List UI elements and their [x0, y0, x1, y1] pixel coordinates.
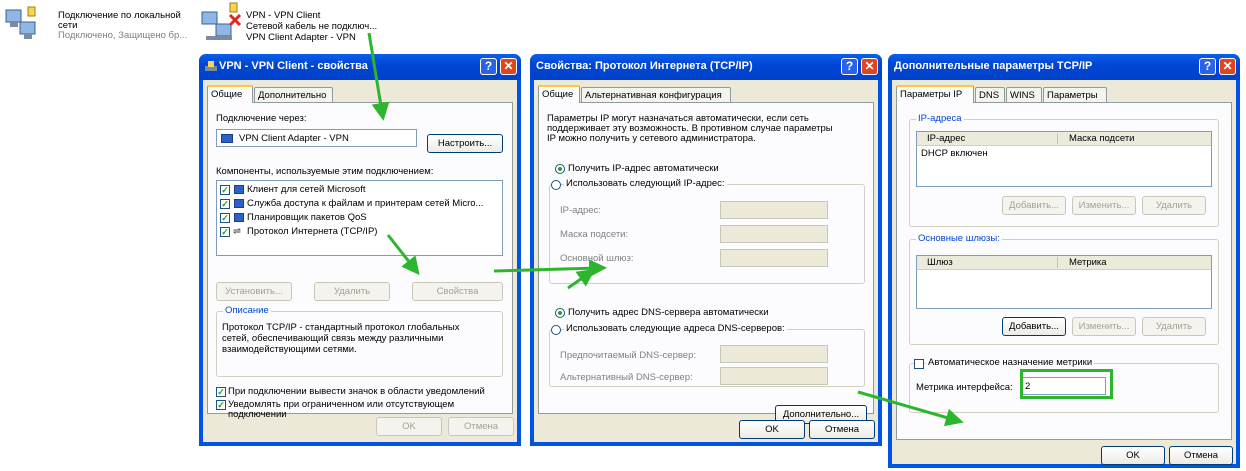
tab-ip-settings[interactable]: Параметры IP: [896, 85, 974, 103]
tab-general[interactable]: Общие: [538, 85, 580, 103]
arrow-to-properties-button: [386, 234, 420, 276]
arrow-to-tcpip-window: [493, 259, 607, 278]
arrow-to-vpn-window: [367, 32, 390, 121]
tab-general[interactable]: Общие: [207, 85, 253, 103]
arrow-to-advanced-window: [857, 390, 964, 427]
arrow-to-auto-dns: [567, 268, 596, 290]
annotation-arrows: [367, 32, 964, 427]
